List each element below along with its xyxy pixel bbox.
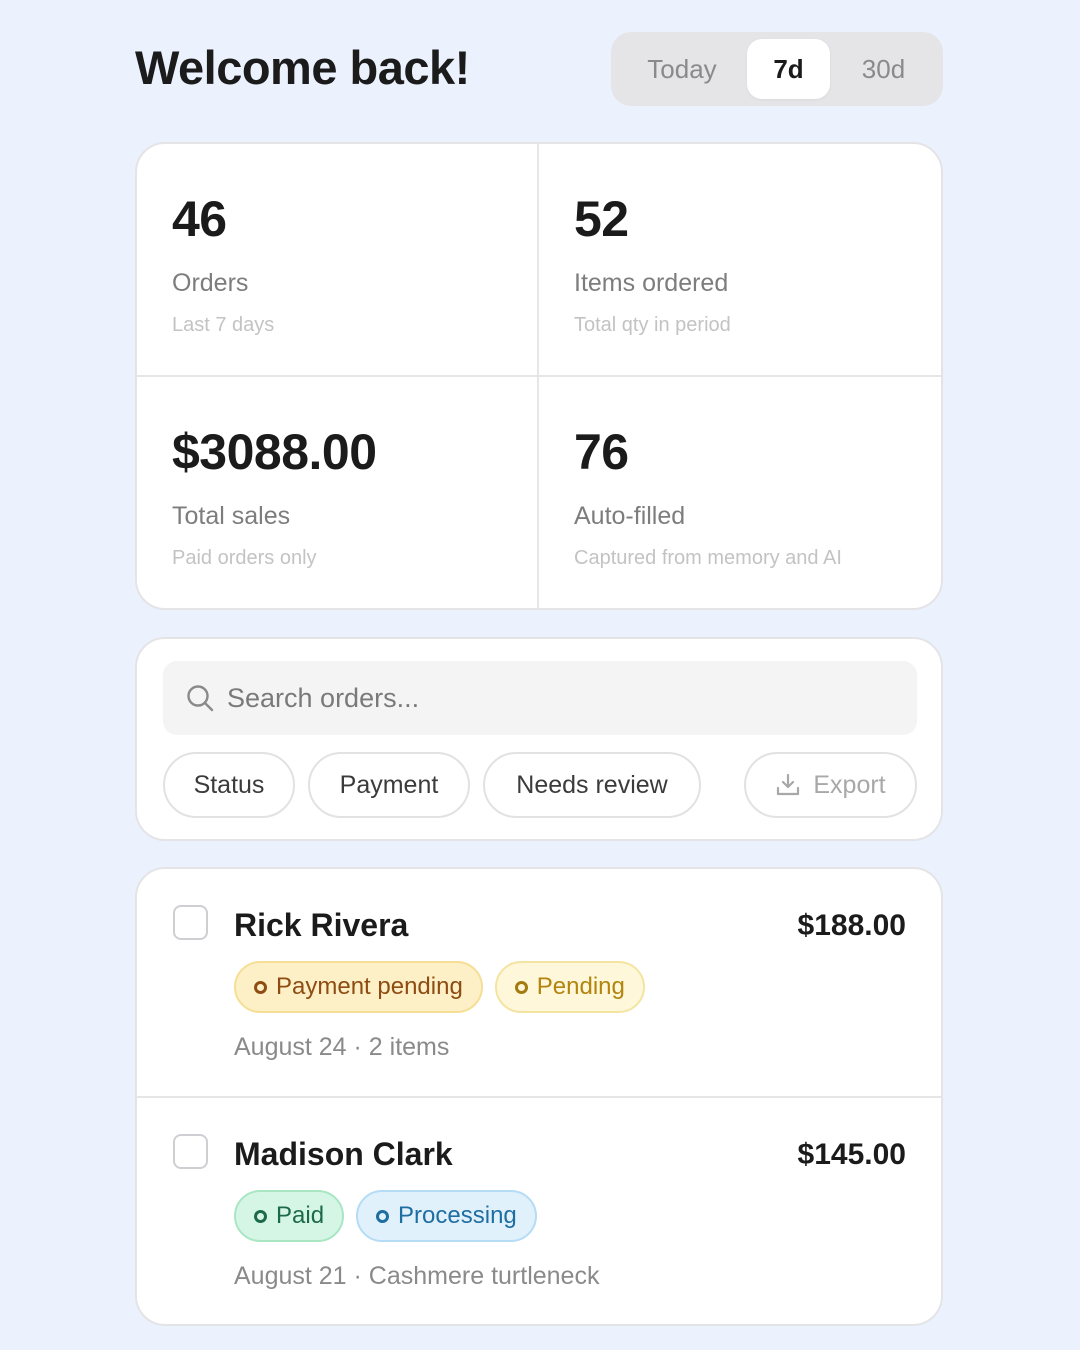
badge-label: Pending — [536, 973, 625, 1000]
status-dot-icon — [254, 980, 267, 994]
stat-value: 76 — [574, 424, 629, 480]
range-today-button[interactable]: Today — [617, 39, 747, 99]
order-amount: $188.00 — [797, 909, 906, 942]
payment-filter-chip[interactable]: Payment — [308, 752, 470, 818]
fulfillment-status-badge: Processing — [356, 1190, 537, 1242]
range-30d-button[interactable]: 30d — [830, 39, 937, 99]
stat-orders: 46 Orders Last 7 days — [137, 144, 539, 377]
status-dot-icon — [376, 1209, 390, 1223]
needs-review-filter-chip[interactable]: Needs review — [483, 752, 701, 818]
order-select-checkbox[interactable] — [173, 1134, 208, 1169]
order-meta: August 21 · Cashmere turtleneck — [234, 1262, 600, 1290]
download-icon — [777, 773, 800, 796]
stat-subtitle: Paid orders only — [172, 547, 317, 569]
order-row[interactable]: Rick Rivera $188.00 Payment pending Pend… — [137, 869, 941, 1098]
order-row[interactable]: Madison Clark $145.00 Paid Processing Au… — [137, 1098, 941, 1324]
stats-card: 46 Orders Last 7 days 52 Items ordered T… — [135, 142, 943, 610]
stat-label: Orders — [172, 269, 249, 297]
page-title: Welcome back! — [135, 41, 470, 94]
stat-label: Auto-filled — [574, 502, 686, 530]
stat-label: Total sales — [172, 502, 291, 530]
export-button[interactable]: Export — [744, 752, 917, 818]
badge-label: Paid — [276, 1202, 325, 1229]
badge-label: Processing — [398, 1202, 517, 1229]
payment-status-badge: Paid — [234, 1190, 345, 1242]
status-filter-chip[interactable]: Status — [163, 752, 295, 818]
stat-label: Items ordered — [574, 269, 729, 297]
stat-total-sales: $3088.00 Total sales Paid orders only — [137, 377, 539, 608]
fulfillment-status-badge: Pending — [494, 961, 645, 1013]
stat-subtitle: Total qty in period — [574, 314, 731, 336]
stat-value: $3088.00 — [172, 424, 377, 480]
search-icon — [187, 685, 214, 712]
search-input[interactable] — [227, 661, 897, 735]
search-box — [163, 661, 917, 735]
filter-card: Status Payment Needs review Export — [135, 637, 943, 841]
customer-name: Rick Rivera — [234, 907, 409, 943]
stat-value: 46 — [172, 191, 227, 247]
order-badges: Payment pending Pending — [234, 961, 645, 1013]
date-range-toggle: Today 7d 30d — [611, 32, 943, 106]
orders-list: Rick Rivera $188.00 Payment pending Pend… — [135, 867, 943, 1326]
stat-subtitle: Last 7 days — [172, 314, 275, 336]
customer-name: Madison Clark — [234, 1136, 453, 1172]
header: Welcome back! Today 7d 30d — [135, 32, 943, 106]
status-dot-icon — [254, 1209, 267, 1223]
order-amount: $145.00 — [797, 1138, 906, 1171]
range-7d-button[interactable]: 7d — [747, 39, 830, 99]
payment-status-badge: Payment pending — [234, 961, 483, 1013]
stat-subtitle: Captured from memory and AI — [574, 547, 842, 569]
order-select-checkbox[interactable] — [173, 905, 208, 940]
stat-items-ordered: 52 Items ordered Total qty in period — [539, 144, 941, 377]
stat-auto-filled: 76 Auto-filled Captured from memory and … — [539, 377, 941, 608]
badge-label: Payment pending — [276, 973, 463, 1000]
status-dot-icon — [514, 980, 528, 994]
export-label: Export — [813, 770, 886, 799]
order-meta: August 24 · 2 items — [234, 1033, 450, 1061]
order-badges: Paid Processing — [234, 1190, 537, 1242]
stat-value: 52 — [574, 191, 629, 247]
